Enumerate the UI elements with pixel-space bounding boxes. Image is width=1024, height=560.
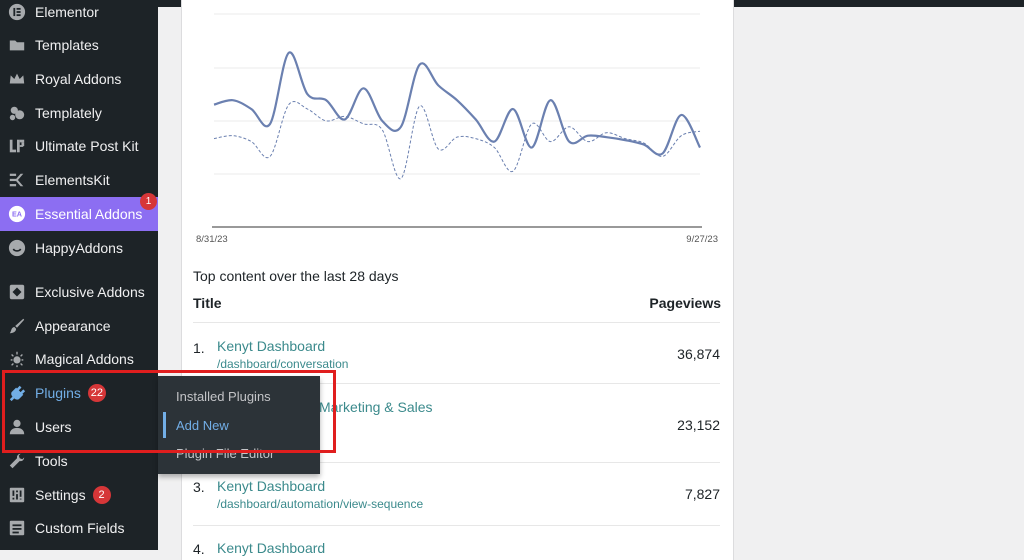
row-rank: 1. (193, 340, 205, 356)
table-row: 1. Kenyt Dashboard /dashboard/conversati… (193, 322, 720, 383)
sidebar-item-label: Appearance (35, 318, 111, 334)
essential-addons-icon: EA (8, 205, 26, 223)
paintbrush-icon (8, 317, 26, 335)
sidebar-item-settings[interactable]: Settings 2 (0, 478, 158, 512)
row-path: /dashboard/automation/view-sequence (217, 497, 424, 511)
top-content-widget: 8/31/23 9/27/23 Top content over the last… (181, 0, 734, 560)
row-pageviews: 7,827 (684, 486, 720, 502)
templately-icon (8, 104, 26, 122)
column-header-pageviews: Pageviews (649, 295, 721, 311)
elementskit-icon (8, 171, 26, 189)
custom-fields-icon (8, 519, 26, 537)
sidebar-item-essential-addons[interactable]: EA Essential Addons (0, 197, 158, 231)
x-tick-label: 9/27/23 (686, 234, 718, 245)
column-header-title: Title (193, 295, 222, 311)
row-path: /dashboard/conversation (217, 357, 349, 371)
submenu-plugin-file-editor[interactable]: Plugin File Editor (176, 446, 274, 461)
sidebar-item-elementskit[interactable]: ElementsKit (0, 163, 158, 197)
row-title-link[interactable]: Kenyt Dashboard (217, 478, 325, 494)
sidebar-item-label: ElementsKit (35, 172, 110, 188)
crown-icon (8, 70, 26, 88)
sidebar-item-royal-addons[interactable]: Royal Addons (0, 62, 158, 96)
row-title-link[interactable]: Kenyt Dashboard (217, 540, 325, 556)
plugins-submenu: Installed Plugins Add New Plugin File Ed… (158, 376, 320, 474)
table-row: 4. Kenyt Dashboard (193, 525, 720, 557)
row-title-link[interactable]: Kenyt Dashboard (217, 338, 325, 354)
sidebar-item-label: HappyAddons (35, 240, 123, 256)
submenu-add-new[interactable]: Add New (176, 418, 229, 433)
user-icon (8, 418, 26, 436)
submenu-installed-plugins[interactable]: Installed Plugins (176, 389, 271, 404)
svg-text:EA: EA (12, 210, 22, 219)
sidebar-item-tools[interactable]: Tools (0, 444, 158, 478)
sidebar-item-ultimate-post-kit[interactable]: Ultimate Post Kit (0, 129, 158, 163)
plugin-icon (8, 384, 26, 402)
sidebar-item-label: Plugins (35, 385, 81, 401)
sidebar-item-label: Templately (35, 105, 102, 121)
x-tick-label: 8/31/23 (196, 234, 228, 245)
settings-update-badge: 2 (92, 486, 111, 504)
settings-icon (8, 486, 26, 504)
sidebar-item-label: Royal Addons (35, 71, 122, 87)
sidebar-item-label: Elementor (35, 4, 99, 20)
elementor-icon (8, 3, 26, 21)
happyaddons-icon (8, 239, 26, 257)
sidebar-item-label: Templates (35, 37, 99, 53)
current-submenu-indicator (163, 412, 166, 438)
upk-icon (8, 137, 26, 155)
essential-addons-count-badge: 1 (140, 193, 157, 210)
wrench-icon (8, 452, 26, 470)
magical-addons-icon (8, 350, 26, 368)
sidebar-item-happyaddons[interactable]: HappyAddons (0, 231, 158, 265)
pageviews-line-chart: 8/31/23 9/27/23 (196, 13, 718, 245)
sidebar-item-label: Settings (35, 487, 86, 503)
admin-sidebar: Elementor Templates Royal Addons Templat… (0, 0, 158, 550)
sidebar-item-label: Custom Fields (35, 520, 125, 536)
top-content-heading: Top content over the last 28 days (193, 268, 399, 284)
sidebar-item-magical-addons[interactable]: Magical Addons (0, 342, 158, 376)
sidebar-item-templately[interactable]: Templately (0, 96, 158, 130)
sidebar-item-label: Exclusive Addons (35, 284, 145, 300)
sidebar-item-exclusive-addons[interactable]: Exclusive Addons (0, 275, 158, 309)
sidebar-item-label: Magical Addons (35, 351, 134, 367)
sidebar-item-plugins[interactable]: Plugins 22 (0, 376, 158, 410)
sidebar-item-custom-fields[interactable]: Custom Fields (0, 511, 158, 545)
plugins-update-badge: 22 (87, 384, 106, 402)
sidebar-item-label: Ultimate Post Kit (35, 138, 139, 154)
sidebar-item-label: Essential Addons (35, 206, 143, 222)
row-pageviews: 23,152 (677, 417, 720, 433)
row-rank: 3. (193, 479, 205, 495)
row-rank: 4. (193, 541, 205, 557)
sidebar-item-elementor[interactable]: Elementor (0, 0, 158, 29)
exclusive-addons-icon (8, 283, 26, 301)
folder-icon (8, 36, 26, 54)
row-pageviews: 36,874 (677, 346, 720, 362)
sidebar-item-users[interactable]: Users (0, 410, 158, 444)
sidebar-item-label: Tools (35, 453, 68, 469)
sidebar-item-label: Users (35, 419, 72, 435)
sidebar-item-appearance[interactable]: Appearance (0, 309, 158, 343)
sidebar-item-templates[interactable]: Templates (0, 28, 158, 62)
